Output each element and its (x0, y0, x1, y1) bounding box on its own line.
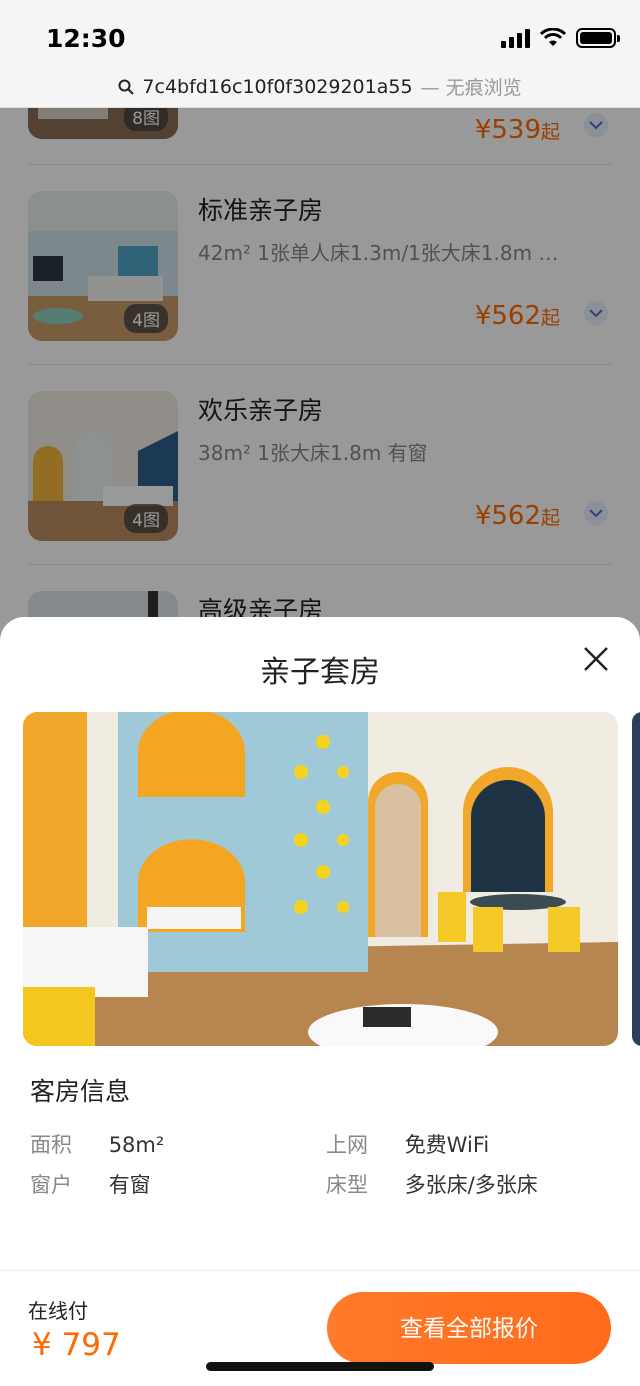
info-area: 面积 58m² (30, 1129, 164, 1159)
view-all-prices-button[interactable]: 查看全部报价 (327, 1292, 611, 1364)
url-bar[interactable]: 7c4bfd16c10f0f3029201a55 — 无痕浏览 (0, 66, 640, 108)
price-value: ¥ 797 (32, 1327, 121, 1363)
close-icon[interactable] (582, 645, 610, 673)
info-label: 面积 (30, 1133, 72, 1157)
room-photo (23, 712, 618, 1046)
room-photo-gallery[interactable] (23, 712, 618, 1046)
info-window: 窗户 有窗 (30, 1169, 151, 1199)
home-indicator[interactable] (206, 1362, 434, 1371)
info-label: 上网 (326, 1133, 368, 1157)
info-value: 免费WiFi (404, 1133, 490, 1157)
info-label: 窗户 (30, 1173, 72, 1197)
status-time: 12:30 (46, 24, 126, 53)
status-icons (501, 28, 620, 48)
payment-method-label: 在线付 (28, 1299, 88, 1323)
wifi-icon (540, 28, 566, 46)
next-photo-preview[interactable] (632, 712, 640, 1046)
status-bar: 12:30 (0, 0, 640, 66)
room-info-title: 客房信息 (30, 1077, 131, 1106)
sheet-title: 亲子套房 (260, 655, 380, 690)
room-detail-sheet: 亲子套房 客房信息 面积 58m² 上网 免费WiFi 窗户 有窗 床型 多张床… (0, 617, 640, 1386)
screen: 12:30 7c4bfd16c10f0f3029201a55 — 无痕浏览 8图… (0, 0, 640, 1386)
info-label: 床型 (326, 1173, 368, 1197)
info-value: 多张床/多张床 (404, 1173, 538, 1197)
info-value: 有窗 (108, 1173, 151, 1197)
info-internet: 上网 免费WiFi (326, 1129, 489, 1159)
url-text: 7c4bfd16c10f0f3029201a55 (142, 75, 413, 98)
search-icon (118, 79, 135, 95)
info-value: 58m² (108, 1133, 165, 1157)
battery-icon (576, 28, 620, 48)
info-bed-type: 床型 多张床/多张床 (326, 1169, 538, 1199)
signal-icon (501, 28, 530, 48)
private-mode-label: — 无痕浏览 (420, 77, 522, 99)
